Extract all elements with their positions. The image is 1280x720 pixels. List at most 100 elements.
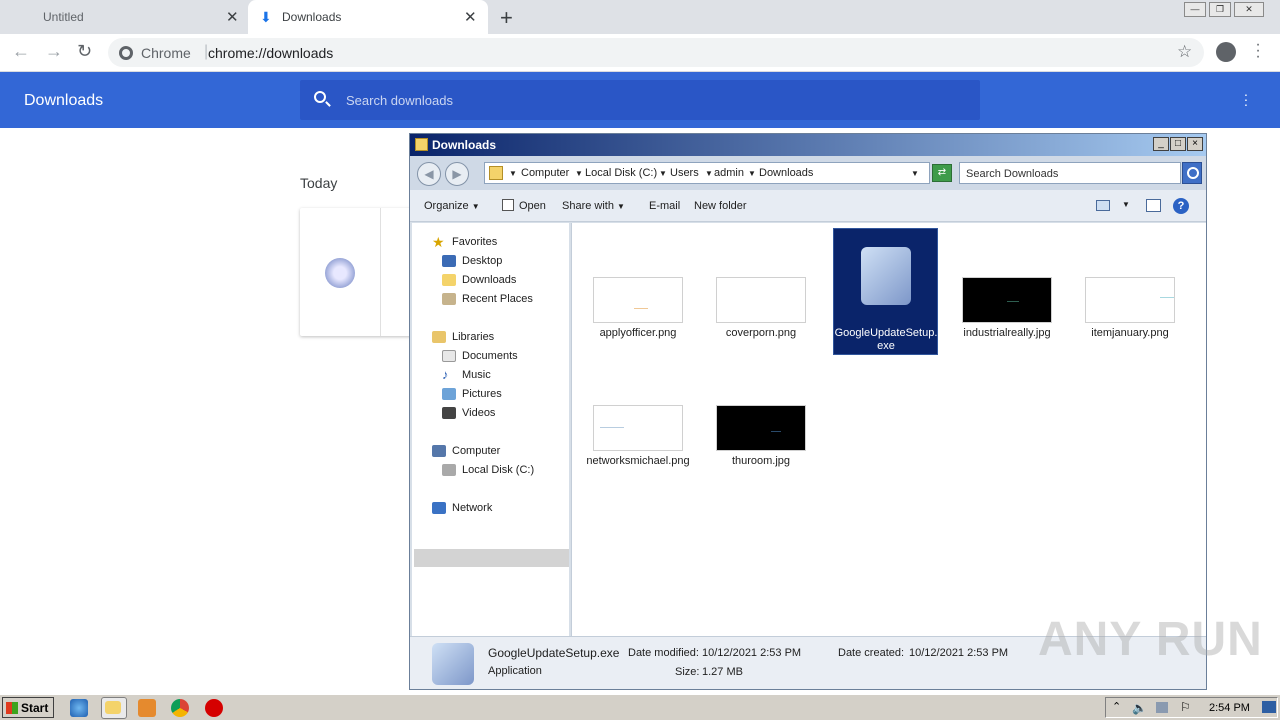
close-icon[interactable]: ✕ [226,8,239,26]
tab-label: Downloads [282,10,342,24]
search-placeholder: Search downloads [346,93,453,108]
thumbnail-mark [634,308,648,309]
file-thumbnail [962,277,1052,323]
volume-icon[interactable]: 🔈 [1132,701,1147,715]
start-button[interactable]: Start [2,697,54,718]
show-desktop-icon[interactable] [1262,701,1276,713]
forward-button[interactable]: ▶ [445,162,469,186]
stop-icon[interactable] [205,699,223,717]
close-window-button[interactable]: ✕ [1234,2,1264,17]
thumbnail-mark [600,427,624,428]
view-icon[interactable] [1096,200,1110,211]
explorer-address-row: ◀ ▶ ▼ Computer ▼ Local Disk (C:) ▼ Users… [410,156,1206,190]
file-item[interactable]: thuroom.jpg [709,405,813,475]
breadcrumb-admin[interactable]: admin [714,167,744,179]
navigation-pane: ★ Favorites Desktop Downloads Recent Plac… [412,223,569,636]
back-button[interactable]: ◀ [417,162,441,186]
file-item[interactable]: coverporn.png [709,277,813,347]
breadcrumb-local-disk[interactable]: Local Disk (C:) [585,167,657,179]
browser-toolbar: ← → ↻ Chrome | chrome://downloads ☆ · · · [0,34,1280,72]
tab-label: Untitled [43,10,84,24]
star-icon[interactable]: ☆ [1177,42,1192,62]
file-item[interactable]: applyofficer.png [586,277,690,347]
downloads-header: Downloads Search downloads · · · [0,72,1280,128]
menu-icon[interactable]: · · · [1254,37,1262,65]
installer-icon [432,643,474,685]
date-modified-label: Date modified: [628,647,699,659]
divider [380,208,381,336]
file-name: itemjanuary.png [1091,327,1169,339]
maximize-button[interactable]: □ [1170,137,1186,151]
file-item-selected[interactable]: GoogleUpdateSetup.exe [834,233,938,353]
chrome-icon [119,46,133,60]
share-with-button[interactable]: Share with ▼ [562,200,625,212]
file-view: applyofficer.png coverporn.png GoogleUpd… [571,223,1206,636]
thumbnail-mark [1160,297,1174,298]
taskbar: Start ⌃ 🔈 ⚐ 2:54 PM [0,694,1280,720]
search-placeholder: Search Downloads [966,168,1059,180]
network-tray-icon[interactable] [1156,702,1168,713]
organize-button[interactable]: Organize ▼ [424,200,480,212]
forward-icon[interactable]: → [45,41,63,62]
network-icon [432,502,446,514]
url-text[interactable]: chrome://downloads [208,45,333,61]
search-icon[interactable] [1182,162,1202,184]
close-button[interactable]: × [1187,137,1203,151]
file-thumbnail [716,405,806,451]
minimize-button[interactable]: — [1184,2,1206,17]
folder-icon [415,138,428,151]
flag-icon[interactable]: ⚐ [1180,700,1191,714]
internet-explorer-icon[interactable] [70,699,88,717]
minimize-button[interactable]: _ [1153,137,1169,151]
watermark-logo: ANY RUN [1038,613,1263,666]
chevron-down-icon: ▼ [471,202,480,211]
file-item[interactable]: industrialreally.jpg [955,277,1059,347]
date-created-value: 10/12/2021 2:53 PM [909,647,1009,659]
file-item[interactable]: networksmichael.png [586,405,690,485]
address-bar[interactable]: Chrome | chrome://downloads [108,38,1204,67]
breadcrumb-users[interactable]: Users [670,167,699,179]
refresh-icon[interactable]: ⇄ [932,164,952,182]
dropdown-icon[interactable]: ▼ [911,169,919,178]
close-icon[interactable]: ✕ [464,8,477,26]
new-tab-button[interactable]: + [500,5,513,31]
file-item[interactable]: itemjanuary.png [1078,277,1182,347]
help-icon[interactable]: ? [1173,198,1189,214]
size-value: 1.27 MB [702,666,743,678]
explorer-title: Downloads [432,138,497,152]
breadcrumb[interactable]: ▼ Computer ▼ Local Disk (C:) ▼ Users ▼ a… [484,162,930,184]
music-icon: ♪ [442,367,449,382]
tab-downloads[interactable]: ⬇ Downloads ✕ [248,0,488,34]
open-button[interactable]: Open [519,200,546,212]
windows-logo-icon [6,702,18,714]
search-icon [314,91,326,103]
chevron-icon: ▼ [575,169,583,178]
drive-icon [442,464,456,476]
date-heading: Today [300,175,338,191]
breadcrumb-computer[interactable]: Computer [521,167,569,179]
reload-icon[interactable]: ↻ [77,41,92,62]
restore-button[interactable]: ❐ [1209,2,1231,17]
chevron-icon: ▼ [748,169,756,178]
back-icon[interactable]: ← [12,41,30,62]
breadcrumb-downloads[interactable]: Downloads [759,167,813,179]
file-name: coverporn.png [725,327,797,339]
new-folder-button[interactable]: New folder [694,200,747,212]
tab-untitled[interactable]: Untitled ✕ [0,0,246,34]
more-options-icon[interactable]: · · · [1240,87,1252,111]
profile-icon[interactable] [1216,42,1236,62]
email-button[interactable]: E-mail [649,200,680,212]
star-icon: ★ [432,234,445,250]
download-icon: ⬇ [260,9,272,25]
search-downloads-field[interactable]: Search Downloads [959,162,1181,184]
command-bar: Organize ▼ Open Share with ▼ E-mail New … [410,190,1206,222]
search-downloads-input[interactable]: Search downloads [300,80,980,120]
preview-pane-icon[interactable] [1146,199,1161,212]
organize-label: Organize [424,200,469,212]
file-thumbnail [716,277,806,323]
chevron-up-icon[interactable]: ⌃ [1112,700,1121,713]
chrome-icon[interactable] [171,699,189,717]
media-player-icon[interactable] [138,699,156,717]
folder-icon [105,701,121,714]
chevron-down-icon[interactable]: ▼ [1122,200,1130,209]
